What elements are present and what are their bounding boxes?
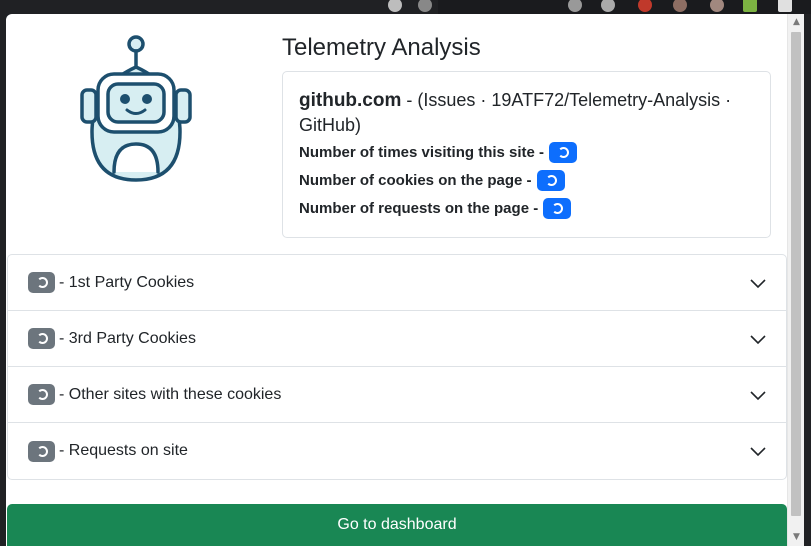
telemetry-extension-icon[interactable]: [778, 0, 792, 12]
accordion-third-party-cookies[interactable]: - 3rd Party Cookies: [8, 311, 786, 367]
loading-spinner-icon: [37, 389, 48, 400]
app-title: Telemetry Analysis: [282, 34, 481, 61]
robot-logo-icon: [80, 35, 192, 182]
accordion-label: - Other sites with these cookies: [59, 385, 282, 403]
scroll-down-icon[interactable]: ▼: [788, 529, 804, 546]
extension-brown-icon[interactable]: [673, 0, 687, 12]
extension-popup: Telemetry Analysis github.com - (Issues …: [6, 14, 804, 546]
stat-requests: Number of requests on the page -: [299, 195, 754, 221]
requests-count-badge: [28, 440, 55, 462]
stat-cookies: Number of cookies on the page -: [299, 167, 754, 193]
scrollbar-thumb[interactable]: [791, 32, 801, 516]
share-icon[interactable]: [601, 0, 615, 12]
browser-toolbar-extensions: [388, 0, 811, 14]
loading-spinner-icon: [37, 333, 48, 344]
accordion-requests[interactable]: - Requests on site: [8, 423, 786, 479]
chevron-down-icon[interactable]: [750, 275, 766, 291]
extension-colorful-icon[interactable]: [743, 0, 757, 12]
stat-visits-badge: [549, 141, 578, 163]
site-info-card: github.com - (Issues · 19ATF72/Telemetry…: [282, 71, 771, 238]
stat-requests-label: Number of requests on the page -: [299, 199, 539, 217]
loading-spinner-icon: [558, 146, 570, 158]
loading-spinner-icon: [552, 202, 564, 214]
accordion-first-party-cookies[interactable]: - 1st Party Cookies: [8, 255, 786, 311]
stat-cookies-badge: [536, 169, 565, 191]
loading-spinner-icon: [37, 445, 48, 457]
stat-requests-badge: [543, 197, 572, 219]
accordion-label: - 3rd Party Cookies: [59, 329, 196, 347]
other-sites-count-badge: [28, 384, 55, 405]
history-icon[interactable]: [568, 0, 582, 12]
accordion-label: - 1st Party Cookies: [59, 273, 195, 291]
extension-orange-icon[interactable]: [710, 0, 724, 12]
scroll-up-icon[interactable]: ▲: [788, 14, 804, 31]
page-background-right: [804, 14, 811, 546]
extension-red-icon[interactable]: [638, 0, 652, 12]
site-heading: github.com - (Issues · 19ATF72/Telemetry…: [299, 88, 754, 137]
stat-cookies-label: Number of cookies on the page -: [299, 171, 532, 189]
chevron-down-icon[interactable]: [750, 387, 766, 403]
chevron-down-icon[interactable]: [750, 443, 766, 459]
first-party-count-badge: [28, 272, 55, 293]
go-to-dashboard-button[interactable]: Go to dashboard: [7, 504, 787, 546]
popup-content: Telemetry Analysis github.com - (Issues …: [6, 14, 787, 546]
details-accordion: - 1st Party Cookies - 3rd Party Cookies …: [7, 254, 787, 480]
accordion-label: - Requests on site: [59, 442, 188, 459]
loading-spinner-icon: [37, 277, 48, 288]
stat-visits-label: Number of times visiting this site -: [299, 143, 545, 161]
site-separator: -: [401, 90, 418, 110]
third-party-count-badge: [28, 328, 55, 349]
stat-visits: Number of times visiting this site -: [299, 139, 754, 165]
chevron-down-icon[interactable]: [750, 331, 766, 347]
loading-spinner-icon: [545, 174, 557, 186]
vertical-scrollbar[interactable]: ▲ ▼: [787, 14, 804, 546]
accordion-other-sites[interactable]: - Other sites with these cookies: [8, 367, 786, 423]
site-domain: github.com: [299, 90, 402, 111]
